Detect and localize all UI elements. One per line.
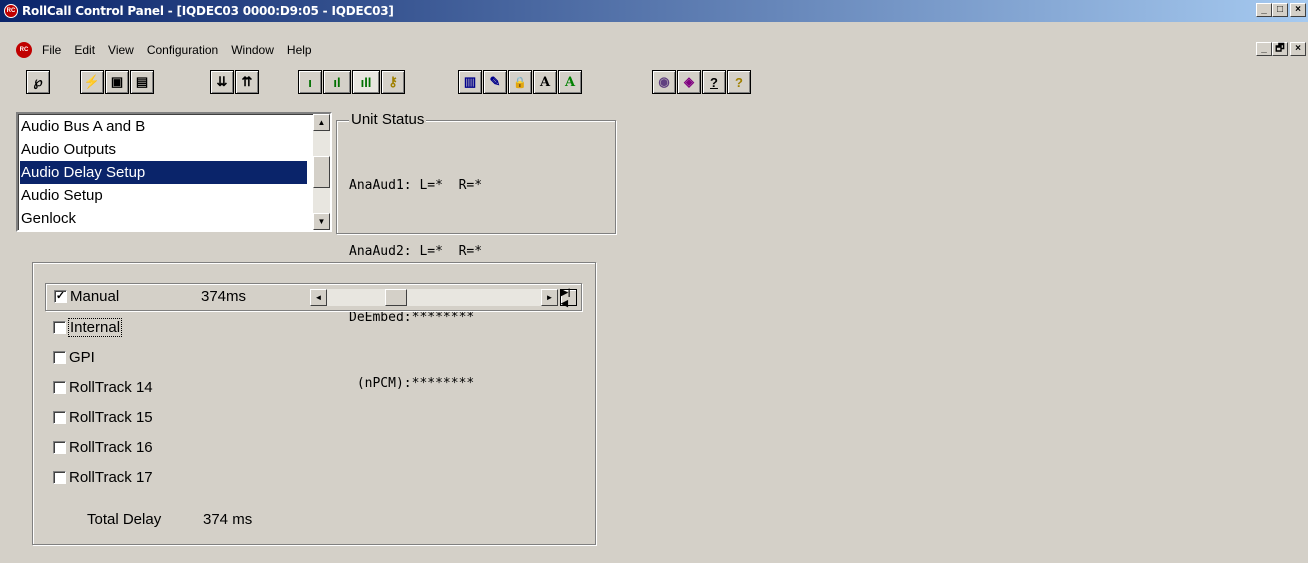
toolbar-group-connect: ℘ <box>26 70 51 98</box>
toolbar-group-help: ◉ ◈ ? ? <box>652 70 752 98</box>
slider-right-arrow-icon[interactable]: ► <box>541 289 558 306</box>
internal-label: Internal <box>67 318 123 337</box>
save-icon[interactable]: ▣ <box>105 70 129 94</box>
rolltrack-16-label: RollTrack 16 <box>69 439 153 456</box>
upload-icon[interactable]: ⇈ <box>235 70 259 94</box>
manual-delay-row: ✓ Manual 374ms ◄ ► ▶|◀ <box>45 283 582 311</box>
rolltrack-17-label: RollTrack 17 <box>69 469 153 486</box>
title-bar[interactable]: RC RollCall Control Panel - [IQDEC03 000… <box>0 0 1308 22</box>
connect-icon[interactable]: ℘ <box>26 70 50 94</box>
list-item-genlock[interactable]: Genlock <box>20 207 307 230</box>
delay-slider[interactable]: ◄ ► <box>310 289 558 306</box>
document-icon[interactable]: RC <box>16 42 32 58</box>
help-topics-icon[interactable]: ? <box>702 70 726 94</box>
list-scroll-thumb[interactable] <box>313 156 330 188</box>
rollcall-app-icon[interactable]: RC <box>4 4 18 18</box>
list-item-audio-outputs[interactable]: Audio Outputs <box>20 138 307 161</box>
rolltrack-15-label: RollTrack 15 <box>69 409 153 426</box>
option-rolltrack-17[interactable]: RollTrack 17 <box>53 469 153 486</box>
font-a-icon[interactable]: A <box>533 70 557 94</box>
total-delay-value: 374 ms <box>203 511 253 528</box>
list-item-audio-delay-setup[interactable]: Audio Delay Setup <box>20 161 307 184</box>
menu-configuration[interactable]: Configuration <box>141 43 225 57</box>
option-internal[interactable]: Internal <box>53 318 123 337</box>
edit-icon[interactable]: ✎ <box>483 70 507 94</box>
option-gpi[interactable]: GPI <box>53 349 95 366</box>
mdi-restore-button[interactable]: 🗗 <box>1272 42 1288 56</box>
internal-checkbox[interactable] <box>53 321 66 334</box>
manual-checkbox-row[interactable]: ✓ Manual <box>54 288 119 305</box>
list-item-audio-bus[interactable]: Audio Bus A and B <box>20 115 307 138</box>
scroll-down-arrow-icon[interactable]: ▼ <box>313 213 330 230</box>
toolbar-group-tools: ▥ ✎ 🔒 A A <box>458 70 583 98</box>
toolbar-group-transfer: ⇊ ⇈ <box>210 70 260 98</box>
lightning-icon[interactable]: ⚡ <box>80 70 104 94</box>
menu-help[interactable]: Help <box>281 43 319 57</box>
rolltrack-17-checkbox[interactable] <box>53 471 66 484</box>
gpi-label: GPI <box>69 349 95 366</box>
option-rolltrack-14[interactable]: RollTrack 14 <box>53 379 153 396</box>
list-vertical-scrollbar[interactable]: ▲ ▼ <box>313 114 330 230</box>
menu-view[interactable]: View <box>102 43 141 57</box>
manual-checkbox[interactable]: ✓ <box>54 290 67 303</box>
rolltrack-14-label: RollTrack 14 <box>69 379 153 396</box>
key-icon[interactable]: ⚷ <box>381 70 405 94</box>
manual-delay-value: 374ms <box>201 288 247 305</box>
close-button[interactable]: × <box>1290 3 1306 17</box>
menu-window[interactable]: Window <box>225 43 281 57</box>
audio-delay-panel: ✓ Manual 374ms ◄ ► ▶|◀ Internal GPI Roll… <box>32 262 596 545</box>
rolltrack-14-checkbox[interactable] <box>53 381 66 394</box>
menu-edit[interactable]: Edit <box>68 43 102 57</box>
option-rolltrack-16[interactable]: RollTrack 16 <box>53 439 153 456</box>
rolltrack-15-checkbox[interactable] <box>53 411 66 424</box>
status-line-anaaud1: AnaAud1: L=* R=* <box>349 178 483 193</box>
toolbar: ℘ ⚡ ▣ ▤ ⇊ ⇈ ı ıl ıll ⚷ ▥ ✎ 🔒 A A ◉ ◈ ? ? <box>0 66 1308 104</box>
config-page-list[interactable]: Audio Bus A and B Audio Outputs Audio De… <box>16 112 332 232</box>
rolltrack-16-checkbox[interactable] <box>53 441 66 454</box>
slider-thumb[interactable] <box>385 289 407 306</box>
option-rolltrack-15[interactable]: RollTrack 15 <box>53 409 153 426</box>
level-mid-icon[interactable]: ıl <box>323 70 351 94</box>
slider-end-button[interactable]: ▶|◀ <box>560 287 577 308</box>
download-icon[interactable]: ⇊ <box>210 70 234 94</box>
gpi-checkbox[interactable] <box>53 351 66 364</box>
total-delay-label: Total Delay <box>87 511 162 528</box>
list-item-audio-setup[interactable]: Audio Setup <box>20 184 307 207</box>
disc-icon[interactable]: ◈ <box>677 70 701 94</box>
window-title: RollCall Control Panel - [IQDEC03 0000:D… <box>22 4 394 18</box>
scroll-up-arrow-icon[interactable]: ▲ <box>313 114 330 131</box>
toolbar-group-file: ⚡ ▣ ▤ <box>80 70 155 98</box>
mdi-close-button[interactable]: × <box>1290 42 1306 56</box>
unit-status-legend: Unit Status <box>349 111 427 128</box>
manual-label: Manual <box>70 288 120 305</box>
save-all-icon[interactable]: ▤ <box>130 70 154 94</box>
slider-left-arrow-icon[interactable]: ◄ <box>310 289 327 306</box>
font-green-a-icon[interactable]: A <box>558 70 582 94</box>
status-line-anaaud2: AnaAud2: L=* R=* <box>349 244 483 259</box>
level-low-icon[interactable]: ı <box>298 70 322 94</box>
minimize-button[interactable]: _ <box>1256 3 1272 17</box>
config-page-items: Audio Bus A and B Audio Outputs Audio De… <box>20 115 307 230</box>
globe-icon[interactable]: ◉ <box>652 70 676 94</box>
book-icon[interactable]: ▥ <box>458 70 482 94</box>
mdi-caption-buttons: _ 🗗 × <box>1256 42 1306 56</box>
caption-buttons: _ □ × <box>1256 3 1306 17</box>
unit-status-group: Unit Status AnaAud1: L=* R=* AnaAud2: L=… <box>336 111 616 391</box>
mdi-minimize-button[interactable]: _ <box>1256 42 1272 56</box>
toolbar-group-levels: ı ıl ıll ⚷ <box>298 70 406 98</box>
level-high-icon[interactable]: ıll <box>352 70 380 94</box>
menu-bar: RC File Edit View Configuration Window H… <box>0 40 1308 60</box>
maximize-button[interactable]: □ <box>1272 3 1288 17</box>
lock-icon[interactable]: 🔒 <box>508 70 532 94</box>
menu-file[interactable]: File <box>36 43 68 57</box>
help-icon[interactable]: ? <box>727 70 751 94</box>
